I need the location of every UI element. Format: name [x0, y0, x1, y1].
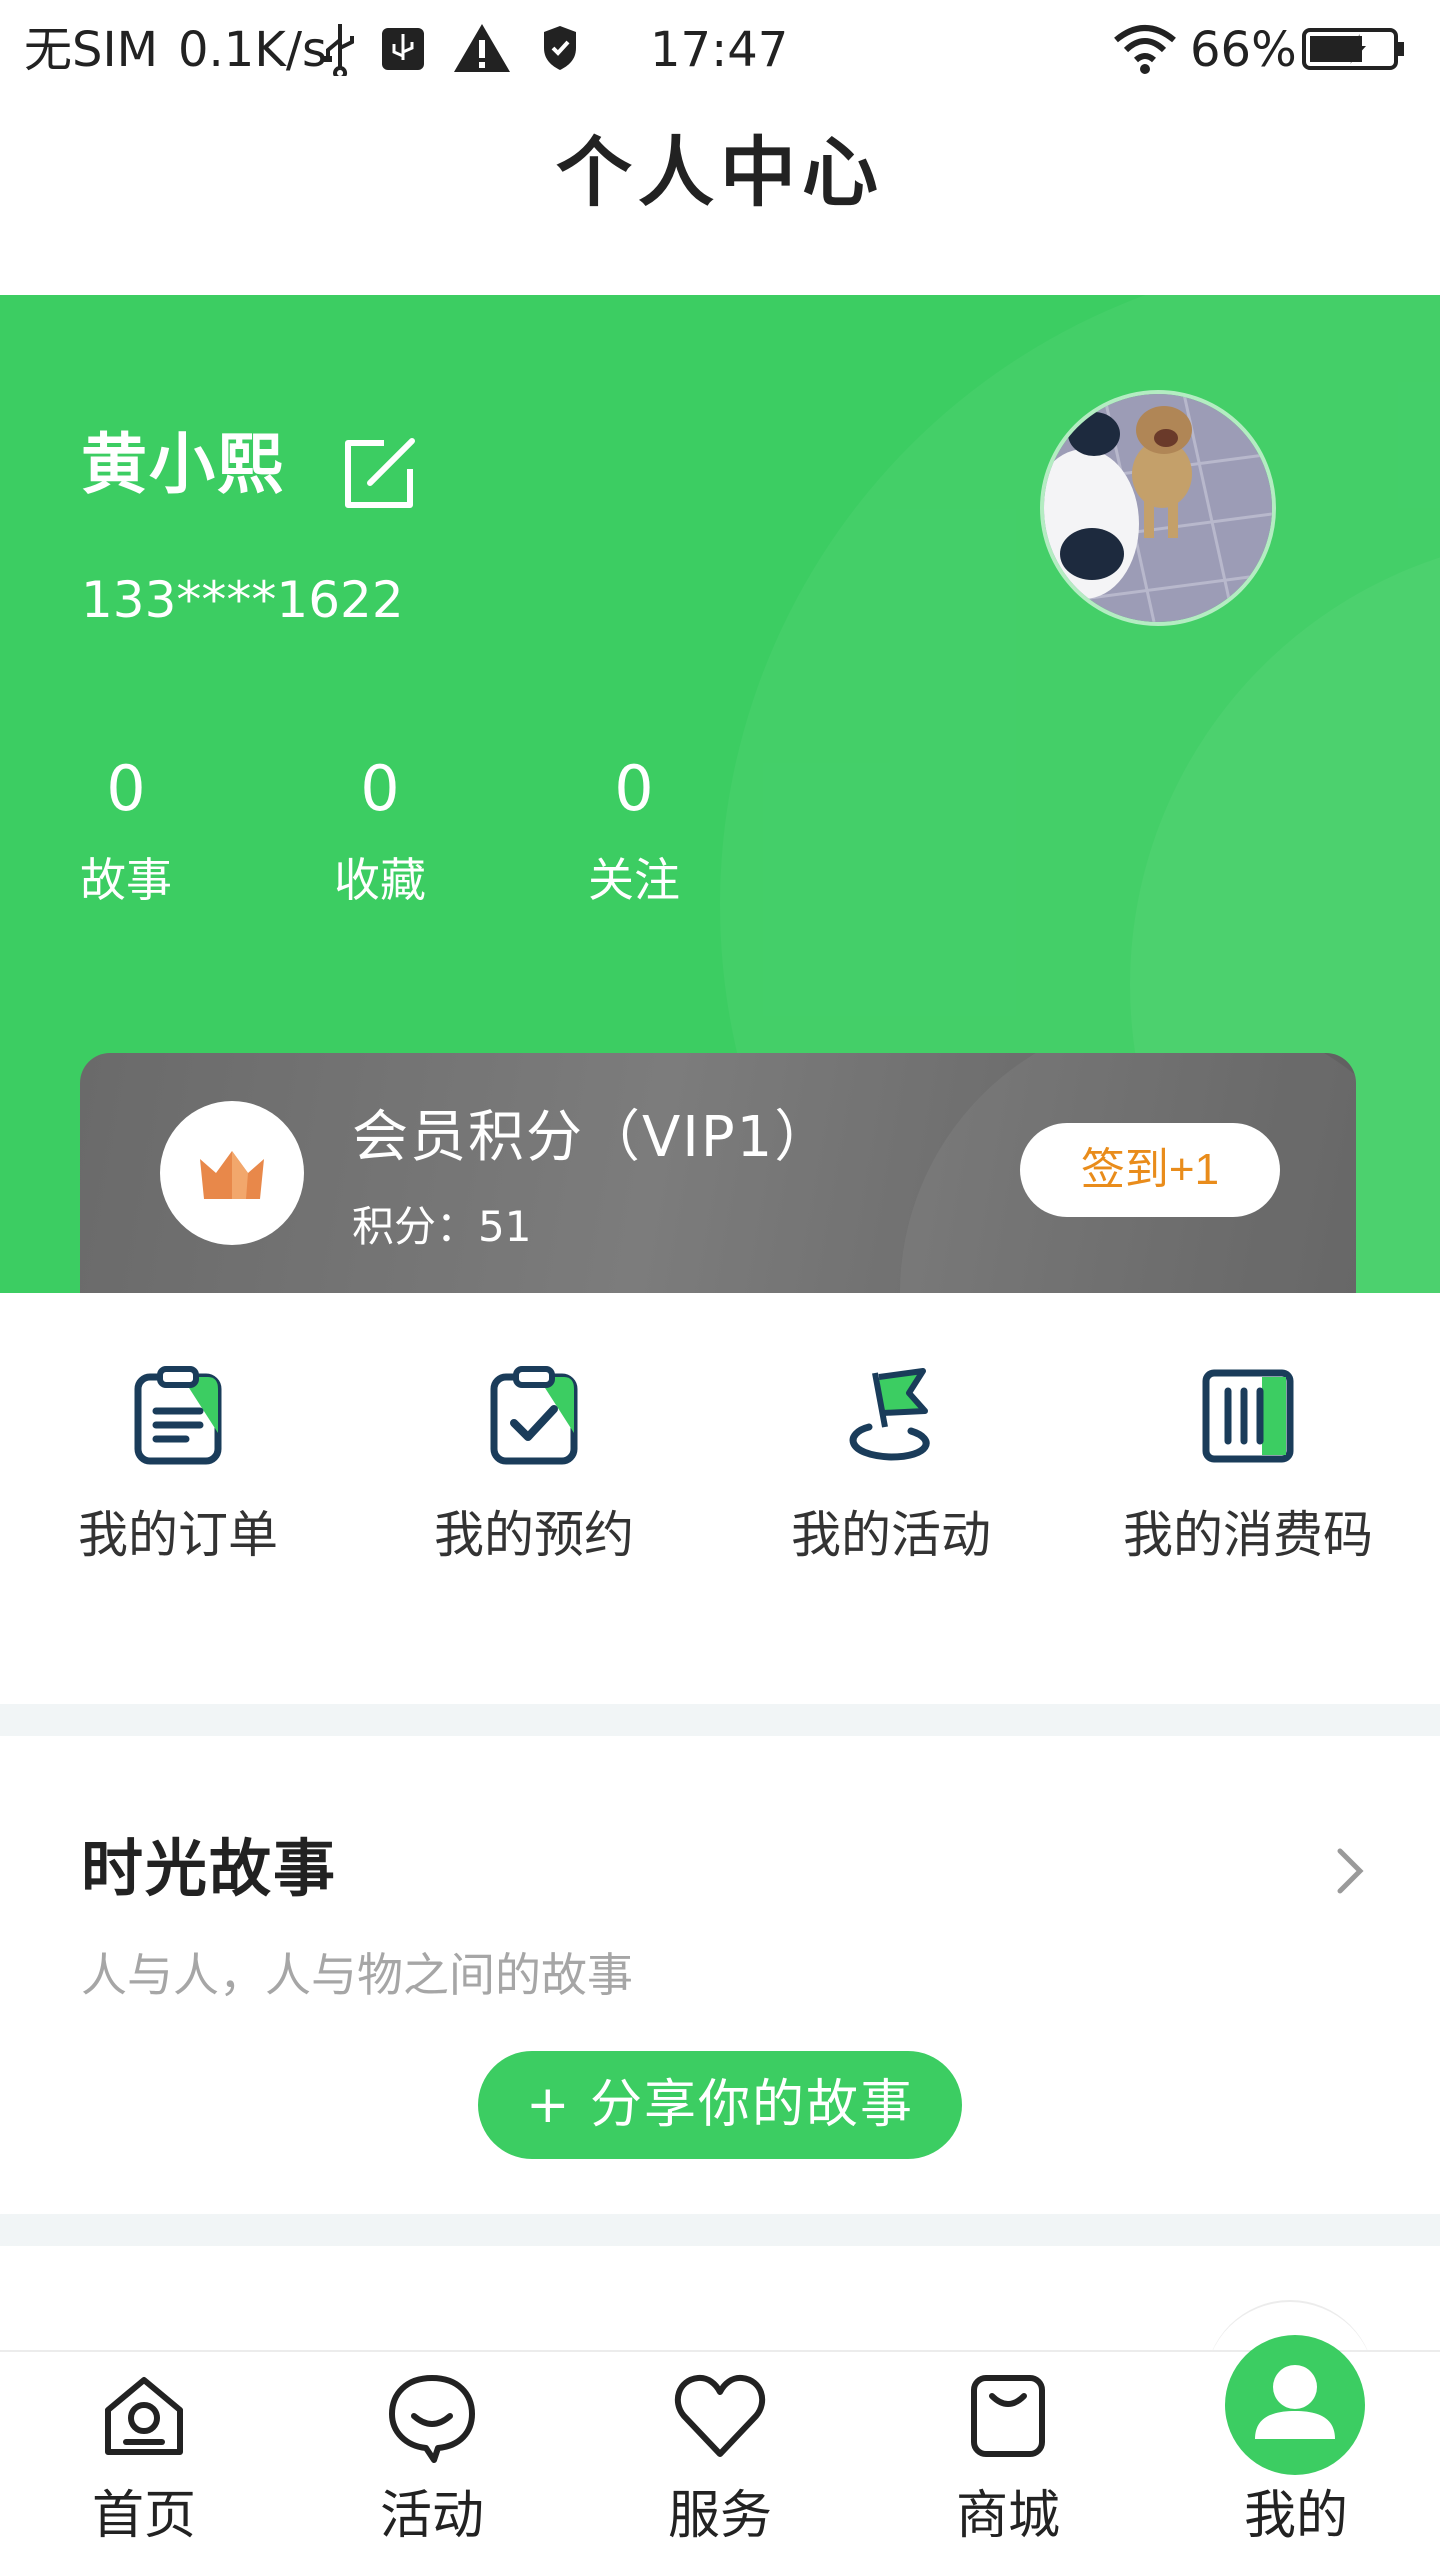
tab-label: 活动 — [379, 2486, 484, 2546]
avatar[interactable] — [1040, 390, 1276, 626]
user-phone: 133****1622 — [81, 571, 404, 629]
vip-points: 积分：51 — [352, 1202, 532, 1251]
vip-badge — [160, 1101, 304, 1245]
vip-title: 会员积分（VIP1） — [352, 1105, 833, 1170]
network-speed: 0.1K/s — [178, 22, 327, 78]
my-orders-button[interactable]: 我的订单 — [28, 1363, 328, 1565]
usb-icon — [324, 24, 354, 76]
stat-label: 收藏 — [334, 853, 426, 907]
tab-services[interactable]: 服务 — [576, 2352, 864, 2560]
profile-header: 黄小熙 133****1622 0 故事 0 收藏 0 关注 会员积分（VIP1… — [0, 295, 1440, 1293]
wifi-icon — [1114, 25, 1176, 74]
my-reservations-button[interactable]: 我的预约 — [384, 1363, 684, 1565]
section-title[interactable]: 时光故事 — [81, 1831, 337, 1907]
bottom-tab-bar: 首页 活动 服务 商城 我的 — [0, 2350, 1440, 2560]
activity-icon — [389, 2375, 475, 2463]
stat-label: 关注 — [588, 853, 680, 907]
tab-activities[interactable]: 活动 — [288, 2352, 576, 2560]
quick-actions: 我的订单 我的预约 我的活动 我的消费码 — [0, 1293, 1440, 1703]
stat-following[interactable]: 0 关注 — [559, 750, 709, 910]
profile-page: 无SIM 0.1K/s 17:47 66% 个人中心 黄小熙 133****16… — [0, 0, 1440, 2560]
status-bar: 无SIM 0.1K/s 17:47 66% — [0, 0, 1440, 100]
tab-label: 商城 — [955, 2486, 1060, 2546]
user-name: 黄小熙 — [81, 426, 285, 503]
page-title: 个人中心 — [556, 128, 884, 217]
usb-debug-icon — [382, 28, 424, 70]
activity-flag-icon — [849, 1368, 930, 1461]
bag-icon — [971, 2375, 1045, 2457]
shield-icon — [544, 26, 576, 70]
chevron-right-icon[interactable] — [1330, 1841, 1370, 1901]
battery-icon — [1302, 28, 1404, 70]
my-activities-button[interactable]: 我的活动 — [741, 1363, 1041, 1565]
crown-icon — [200, 1151, 264, 1199]
tab-label: 首页 — [91, 2486, 196, 2546]
heart-icon — [674, 2374, 766, 2457]
tab-mine-active-indicator[interactable] — [1225, 2335, 1365, 2475]
order-icon — [134, 1366, 222, 1465]
section-divider — [0, 1704, 1440, 1736]
tab-label: 我的 — [1243, 2486, 1348, 2546]
section-subtitle: 人与人，人与物之间的故事 — [81, 1948, 633, 2002]
user-icon — [1255, 2365, 1335, 2439]
stat-favorites[interactable]: 0 收藏 — [305, 750, 455, 910]
tab-home[interactable]: 首页 — [0, 2352, 288, 2560]
sign-in-button[interactable]: 签到+1 — [1020, 1123, 1280, 1217]
vip-points-card[interactable]: 会员积分（VIP1） 积分：51 签到+1 — [80, 1053, 1356, 1293]
reservation-icon — [490, 1366, 578, 1465]
stat-value: 0 — [106, 752, 146, 825]
tab-label: 服务 — [667, 2486, 772, 2546]
share-story-button[interactable]: + 分享你的故事 — [478, 2051, 962, 2159]
warning-icon — [454, 24, 510, 72]
stat-label: 故事 — [80, 853, 172, 907]
stat-value: 0 — [614, 752, 654, 825]
edit-icon[interactable] — [340, 435, 418, 513]
battery-percent: 66% — [1190, 22, 1297, 78]
consumption-code-icon — [1202, 1369, 1294, 1463]
avatar-photo — [1044, 394, 1272, 622]
quick-action-label: 我的预约 — [434, 1506, 634, 1564]
quick-action-label: 我的订单 — [78, 1506, 278, 1564]
stat-stories[interactable]: 0 故事 — [51, 750, 201, 910]
tab-mall[interactable]: 商城 — [864, 2352, 1152, 2560]
time-stories-section: 时光故事 人与人，人与物之间的故事 + 分享你的故事 — [0, 1736, 1440, 2214]
clock: 17:47 — [650, 22, 789, 78]
quick-action-label: 我的消费码 — [1123, 1506, 1373, 1564]
quick-action-label: 我的活动 — [791, 1506, 991, 1564]
carrier-text: 无SIM — [24, 22, 159, 78]
home-icon — [105, 2377, 183, 2455]
stat-value: 0 — [360, 752, 400, 825]
section-divider — [0, 2214, 1440, 2246]
my-consumption-code-button[interactable]: 我的消费码 — [1098, 1363, 1398, 1565]
